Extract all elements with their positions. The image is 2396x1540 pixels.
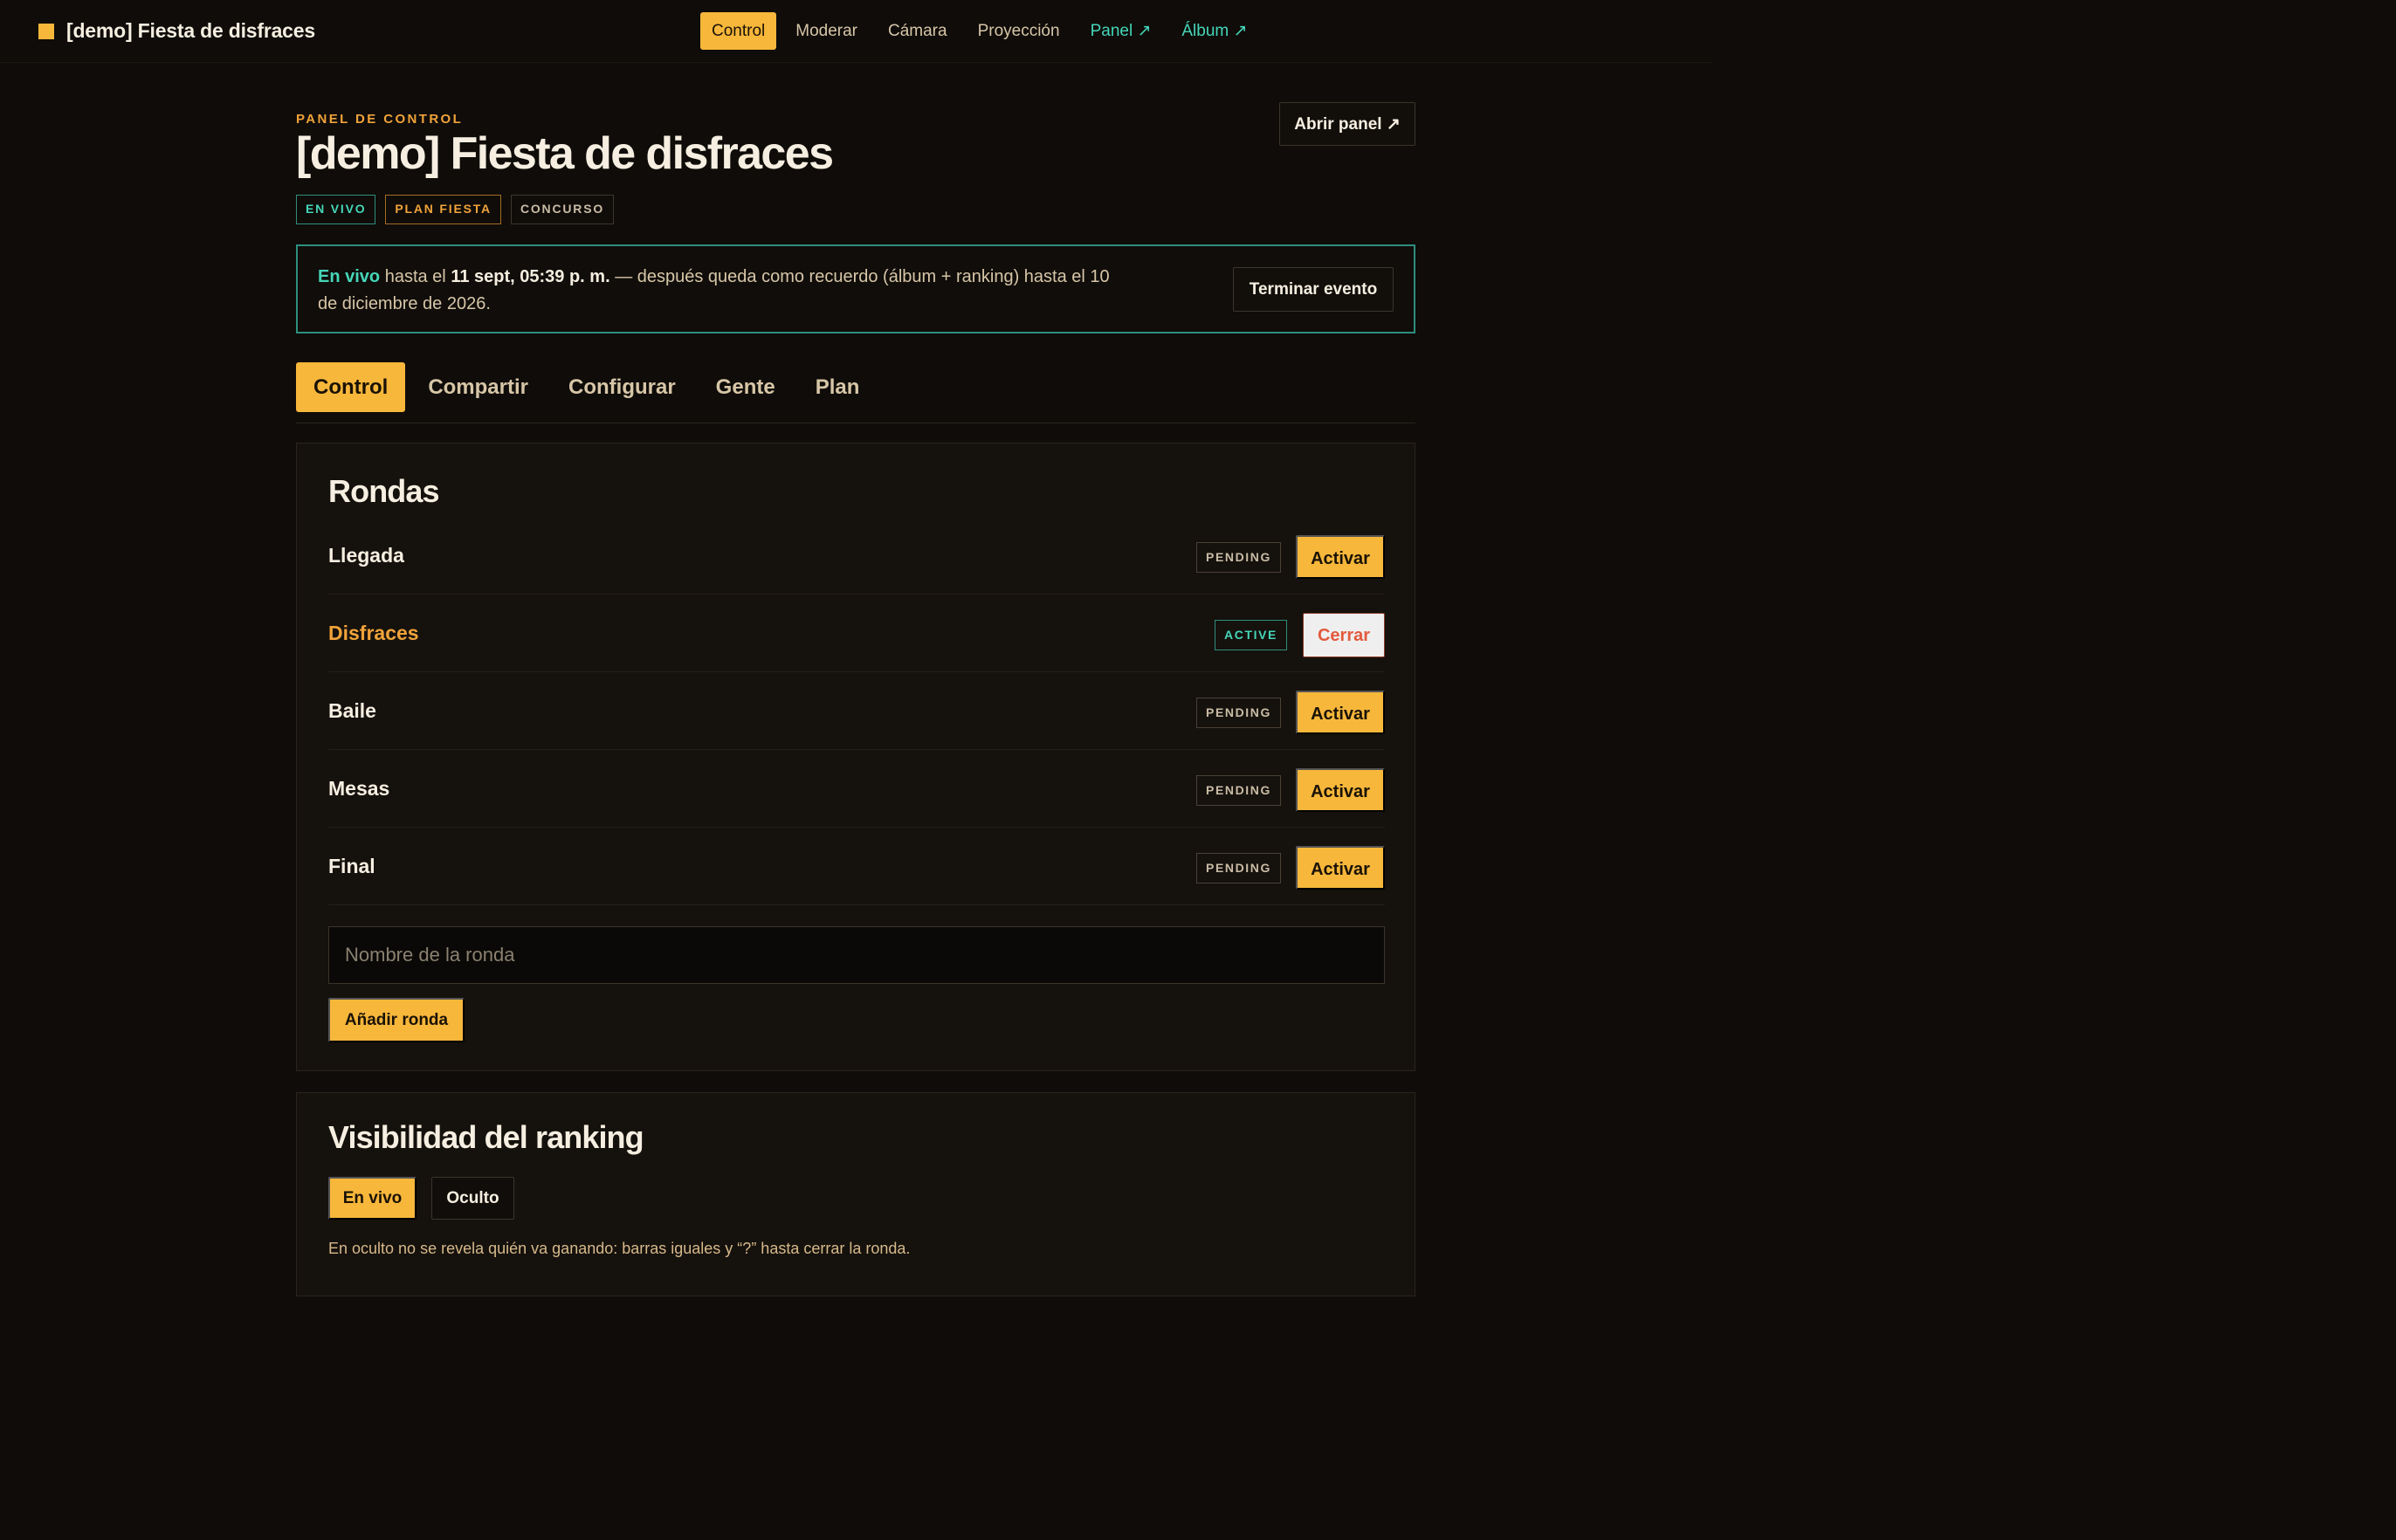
tab-control[interactable]: Control	[296, 362, 406, 412]
section-tabs: Control Compartir Configurar Gente Plan	[296, 362, 1415, 423]
nav-panel-link[interactable]: Panel ↗	[1079, 12, 1163, 50]
end-event-button[interactable]: Terminar evento	[1233, 267, 1394, 312]
notice-live-label: En vivo	[318, 267, 381, 286]
round-status-badge: PENDING	[1196, 853, 1281, 883]
ranking-visibility-title: Visibilidad del ranking	[328, 1119, 644, 1155]
round-name: Disfraces	[328, 622, 419, 644]
round-row: Final PENDING Activar	[328, 828, 1385, 905]
event-badges: EN VIVO PLAN FIESTA CONCURSO	[296, 195, 623, 224]
mode-badge: CONCURSO	[510, 195, 615, 224]
round-row: Mesas PENDING Activar	[328, 750, 1385, 828]
round-status-badge: ACTIVE	[1215, 620, 1287, 650]
activate-round-button[interactable]: Activar	[1296, 768, 1385, 812]
tab-plan[interactable]: Plan	[798, 362, 878, 412]
activate-round-button[interactable]: Activar	[1296, 691, 1385, 734]
round-row: Baile PENDING Activar	[328, 672, 1385, 750]
round-name: Mesas	[328, 777, 390, 800]
notice-date: 11 sept, 05:39 p. m.	[451, 267, 610, 286]
round-status-badge: PENDING	[1196, 698, 1281, 728]
tab-share[interactable]: Compartir	[410, 362, 546, 412]
open-panel-button[interactable]: Abrir panel ↗	[1279, 102, 1415, 146]
activate-round-button[interactable]: Activar	[1296, 535, 1385, 579]
live-notice: En vivo hasta el 11 sept, 05:39 p. m. — …	[296, 244, 1415, 333]
top-bar: [demo] Fiesta de disfraces Control Moder…	[0, 0, 1711, 63]
notice-until: hasta el	[380, 267, 451, 286]
brand-logo-icon	[38, 23, 54, 39]
round-row: Disfraces ACTIVE Cerrar	[328, 595, 1385, 672]
nav-album-link[interactable]: Álbum ↗	[1170, 12, 1258, 50]
add-round-button[interactable]: Añadir ronda	[328, 998, 465, 1042]
main-nav: Control Moderar Cámara Proyección Panel …	[700, 12, 1266, 50]
page-title: [demo] Fiesta de disfraces	[296, 128, 834, 179]
live-notice-text: En vivo hasta el 11 sept, 05:39 p. m. — …	[318, 264, 1121, 318]
round-status-badge: PENDING	[1196, 542, 1281, 573]
status-badge-live: EN VIVO	[296, 195, 376, 224]
nav-control[interactable]: Control	[700, 12, 777, 50]
plan-badge: PLAN FIESTA	[385, 195, 501, 224]
round-status-badge: PENDING	[1196, 775, 1281, 806]
rounds-card: Rondas Llegada PENDING Activar Disfraces…	[296, 443, 1415, 1071]
visibility-hidden-button[interactable]: Oculto	[431, 1177, 514, 1220]
brand[interactable]: [demo] Fiesta de disfraces	[38, 19, 315, 43]
ranking-visibility-card: Visibilidad del ranking En vivo Oculto E…	[296, 1092, 1415, 1296]
close-round-button[interactable]: Cerrar	[1303, 613, 1385, 657]
round-row: Llegada PENDING Activar	[328, 517, 1385, 595]
tab-configure[interactable]: Configurar	[551, 362, 693, 412]
activate-round-button[interactable]: Activar	[1296, 846, 1385, 890]
nav-camera[interactable]: Cámara	[877, 12, 959, 50]
visibility-live-button[interactable]: En vivo	[328, 1177, 417, 1220]
round-name-input[interactable]	[328, 926, 1385, 984]
round-name: Baile	[328, 699, 376, 722]
page-kicker: PANEL DE CONTROL	[296, 112, 464, 127]
brand-name: [demo] Fiesta de disfraces	[66, 19, 315, 42]
rounds-title: Rondas	[328, 473, 440, 509]
tab-people[interactable]: Gente	[699, 362, 793, 412]
round-name: Final	[328, 855, 375, 877]
nav-moderate[interactable]: Moderar	[784, 12, 869, 50]
round-name: Llegada	[328, 544, 404, 567]
visibility-help-text: En oculto no se revela quién va ganando:…	[328, 1240, 911, 1257]
nav-projection[interactable]: Proyección	[967, 12, 1071, 50]
